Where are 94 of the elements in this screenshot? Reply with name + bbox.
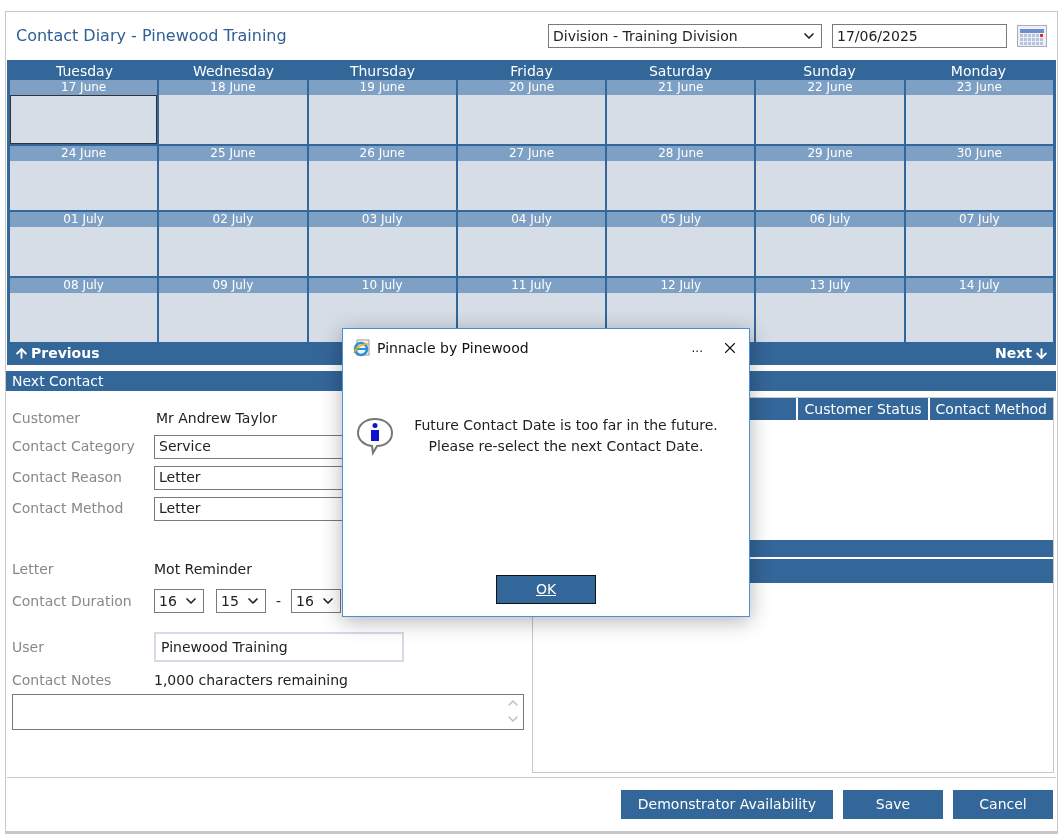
arrow-down-icon (1034, 346, 1049, 361)
calendar-day[interactable]: 06 July (756, 212, 904, 276)
day-date: 18 June (159, 80, 307, 95)
calendar-icon[interactable] (1017, 25, 1047, 47)
calendar-day[interactable]: 28 June (607, 146, 755, 210)
column-header: Contact Method (927, 398, 1053, 420)
calendar-day[interactable]: 14 July (905, 278, 1053, 342)
day-date: 02 July (159, 212, 307, 227)
browser-icon (353, 339, 371, 357)
day-date: 29 June (756, 146, 904, 161)
previous-button[interactable]: Previous (14, 343, 100, 364)
calendar-day[interactable]: 04 July (457, 212, 606, 276)
hour-select[interactable]: 16 (291, 589, 342, 613)
more-button[interactable]: ... (691, 339, 703, 357)
action-button[interactable]: Cancel (953, 790, 1053, 819)
date-field[interactable]: 17/06/2025 (832, 24, 1007, 48)
day-date: 30 June (905, 146, 1053, 161)
day-date: 08 July (10, 278, 158, 293)
calendar-day[interactable]: 26 June (308, 146, 456, 210)
day-date: 23 June (905, 80, 1053, 95)
day-date: 21 June (607, 80, 755, 95)
division-select[interactable]: Division - Training Division (548, 24, 822, 48)
minute-select[interactable]: 15 (216, 589, 266, 613)
field-label: Customer (12, 408, 81, 428)
day-date: 24 June (10, 146, 158, 161)
day-date: 06 July (756, 212, 904, 227)
calendar-day[interactable]: 30 June (905, 146, 1053, 210)
dialog-message: Future Contact Date is too far in the future. (414, 416, 718, 435)
hour-select[interactable]: 16 (154, 589, 204, 613)
day-date: 03 July (308, 212, 456, 227)
action-button[interactable]: Save (843, 790, 943, 819)
field-label: Letter (12, 559, 55, 579)
day-date: 09 July (159, 278, 307, 293)
day-date: 04 July (457, 212, 606, 227)
weekday-header: Thursday (348, 62, 417, 81)
calendar-day[interactable]: 03 July (308, 212, 456, 276)
action-button[interactable]: Demonstrator Availability (620, 790, 833, 819)
weekday-header: Wednesday (191, 62, 276, 81)
field-label: Contact Duration (12, 591, 133, 611)
calendar-day[interactable]: 05 July (607, 212, 755, 276)
day-date: 20 June (457, 80, 606, 95)
calendar-day[interactable]: 07 July (905, 212, 1053, 276)
day-date: 25 June (159, 146, 307, 161)
duration-separator: - (276, 591, 282, 611)
day-date: 13 July (756, 278, 904, 293)
weekday-header: Tuesday (55, 62, 114, 81)
calendar-day[interactable]: 09 July (159, 278, 307, 342)
field-label: Contact Notes (12, 670, 113, 690)
day-date: 27 June (457, 146, 606, 161)
calendar-day[interactable]: 27 June (457, 146, 606, 210)
field-label: User (12, 637, 45, 657)
day-date: 14 July (905, 278, 1053, 293)
calendar-day[interactable]: 08 July (10, 278, 158, 342)
day-date: 05 July (607, 212, 755, 227)
day-date: 01 July (10, 212, 158, 227)
calendar-day[interactable]: 29 June (756, 146, 904, 210)
field-label: Contact Reason (12, 468, 123, 487)
calendar-day[interactable]: 02 July (159, 212, 307, 276)
calendar-day[interactable]: 20 June (457, 80, 606, 144)
day-date: 10 July (308, 278, 456, 293)
characters-remaining: 1,000 characters remaining (154, 670, 348, 690)
column-header: Customer Status (796, 398, 928, 420)
weekday-header: Friday (509, 62, 554, 81)
day-date: 22 June (756, 80, 904, 95)
weekday-header: Saturday (647, 62, 714, 81)
calendar-day[interactable]: 25 June (159, 146, 307, 210)
customer-name: Mr Andrew Taylor (156, 408, 277, 428)
calendar-day[interactable]: 22 June (756, 80, 904, 144)
calendar-day[interactable]: 24 June (10, 146, 158, 210)
day-date: 28 June (607, 146, 755, 161)
next-button[interactable]: Next (995, 343, 1049, 364)
calendar-day[interactable]: 19 June (308, 80, 456, 144)
calendar-day[interactable]: 01 July (10, 212, 158, 276)
calendar-day[interactable]: 21 June (607, 80, 755, 144)
page-title: Contact Diary - Pinewood Training (16, 25, 287, 47)
notes-field[interactable] (12, 694, 524, 730)
weekday-header: Sunday (802, 62, 857, 81)
info-icon (355, 416, 395, 456)
calendar-day[interactable]: 18 June (159, 80, 307, 144)
weekday-header: Monday (949, 62, 1008, 81)
calendar-day[interactable]: 13 July (756, 278, 904, 342)
letter-name: Mot Reminder (154, 559, 252, 579)
day-date: 19 June (308, 80, 456, 95)
day-date: 11 July (457, 278, 606, 293)
day-date: 17 June (10, 80, 158, 95)
field-label: Contact Method (12, 499, 125, 518)
ok-button[interactable]: OK (496, 575, 596, 604)
calendar-day[interactable]: 23 June (905, 80, 1053, 144)
day-date: 12 July (607, 278, 755, 293)
day-date: 07 July (905, 212, 1053, 227)
day-date: 26 June (308, 146, 456, 161)
user-field[interactable]: Pinewood Training (154, 632, 404, 662)
calendar-day[interactable]: 17 June (10, 80, 158, 144)
field-label: Contact Category (12, 437, 136, 456)
